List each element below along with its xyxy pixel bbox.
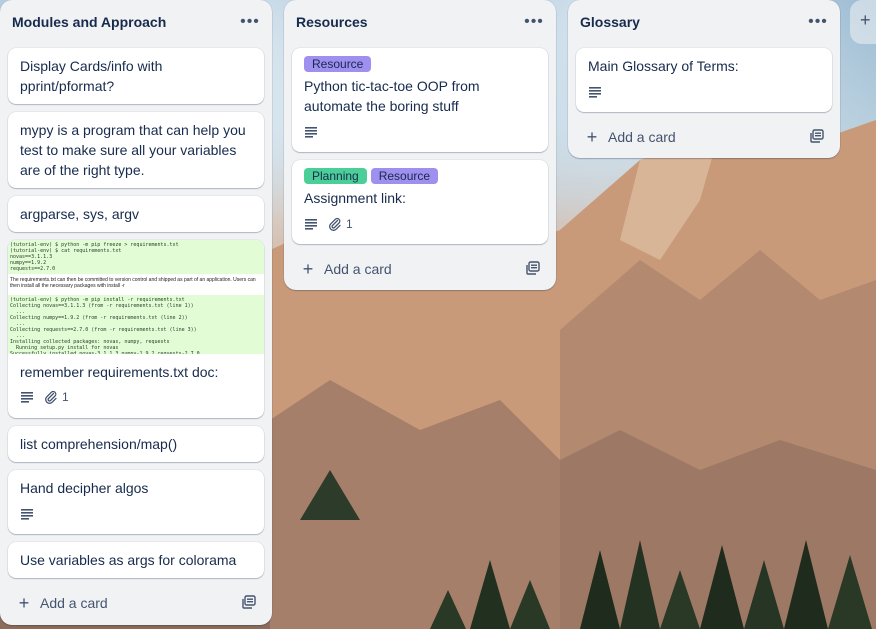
description-icon bbox=[588, 86, 602, 98]
list-header: Modules and Approach ••• bbox=[0, 0, 272, 44]
cover-code-block: (tutorial-env) $ python -m pip freeze > … bbox=[8, 240, 264, 274]
card-title: Hand decipher algos bbox=[20, 480, 149, 496]
card[interactable]: list comprehension/map() bbox=[8, 426, 264, 462]
plus-icon: + bbox=[860, 10, 871, 30]
card[interactable]: mypy is a program that can help you test… bbox=[8, 112, 264, 188]
add-card-button[interactable]: + Add a card bbox=[292, 253, 548, 285]
card-badges bbox=[304, 126, 318, 138]
list-modules-and-approach: Modules and Approach ••• Display Cards/i… bbox=[0, 0, 272, 625]
card-labels: Planning Resource bbox=[304, 168, 439, 184]
card[interactable]: argparse, sys, argv bbox=[8, 196, 264, 232]
plus-icon: + bbox=[586, 126, 598, 147]
description-icon bbox=[304, 218, 318, 230]
add-card-label: Add a card bbox=[40, 595, 108, 611]
label-planning[interactable]: Planning bbox=[304, 168, 367, 184]
card[interactable]: Use variables as args for colorama bbox=[8, 542, 264, 578]
paperclip-icon bbox=[45, 390, 57, 404]
ellipsis-icon[interactable]: ••• bbox=[806, 10, 830, 34]
description-icon bbox=[20, 391, 34, 403]
card-title: mypy is a program that can help you test… bbox=[20, 122, 246, 178]
attachment-badge: 1 bbox=[328, 217, 353, 231]
card[interactable]: Resource Python tic-tac-toe OOP from aut… bbox=[292, 48, 548, 152]
paperclip-icon bbox=[329, 217, 341, 231]
card-cover-image: (tutorial-env) $ python -m pip freeze > … bbox=[8, 240, 264, 354]
card-badges: 1 bbox=[20, 390, 69, 404]
list-title[interactable]: Glossary bbox=[580, 14, 640, 30]
card-title: Assignment link: bbox=[304, 190, 406, 206]
label-resource[interactable]: Resource bbox=[304, 56, 372, 72]
ellipsis-icon[interactable]: ••• bbox=[238, 10, 262, 34]
card-with-cover[interactable]: (tutorial-env) $ python -m pip freeze > … bbox=[8, 240, 264, 418]
label-resource[interactable]: Resource bbox=[370, 168, 439, 184]
card-title: Main Glossary of Terms: bbox=[588, 58, 739, 74]
attachment-badge: 1 bbox=[44, 390, 69, 404]
description-icon bbox=[20, 508, 34, 520]
plus-icon: + bbox=[18, 592, 30, 613]
attachment-count: 1 bbox=[62, 390, 69, 404]
card-title: Display Cards/info with pprint/pformat? bbox=[20, 58, 163, 94]
plus-icon: + bbox=[302, 258, 314, 279]
list-title[interactable]: Modules and Approach bbox=[12, 14, 166, 30]
add-list-button[interactable]: + bbox=[850, 0, 876, 44]
card-badges bbox=[588, 86, 602, 98]
list-resources: Resources ••• Resource Python tic-tac-to… bbox=[284, 0, 556, 290]
card[interactable]: Main Glossary of Terms: bbox=[576, 48, 832, 112]
card-badges: 1 bbox=[304, 217, 353, 231]
list-title[interactable]: Resources bbox=[296, 14, 368, 30]
card[interactable]: Planning Resource Assignment link: 1 bbox=[292, 160, 548, 244]
card-title: argparse, sys, argv bbox=[20, 206, 140, 222]
card-template-icon[interactable] bbox=[242, 595, 256, 612]
card-labels: Resource bbox=[304, 56, 372, 72]
card[interactable]: Hand decipher algos bbox=[8, 470, 264, 534]
add-card-button[interactable]: + Add a card bbox=[576, 121, 832, 153]
card-title: remember requirements.txt doc: bbox=[20, 364, 219, 380]
ellipsis-icon[interactable]: ••• bbox=[522, 10, 546, 34]
add-card-button[interactable]: + Add a card bbox=[8, 587, 264, 619]
card-template-icon[interactable] bbox=[810, 129, 824, 146]
card-title: list comprehension/map() bbox=[20, 436, 178, 452]
list-glossary: Glossary ••• Main Glossary of Terms: + A… bbox=[568, 0, 840, 158]
card-badges bbox=[20, 508, 34, 520]
cover-code-block: (tutorial-env) $ python -m pip install -… bbox=[8, 295, 264, 354]
attachment-count: 1 bbox=[346, 217, 353, 231]
description-icon bbox=[304, 126, 318, 138]
add-card-label: Add a card bbox=[608, 129, 676, 145]
add-card-label: Add a card bbox=[324, 261, 392, 277]
card-title: Use variables as args for colorama bbox=[20, 552, 237, 568]
cover-caption: The requirements.txt can then be committ… bbox=[10, 277, 256, 289]
card-template-icon[interactable] bbox=[526, 261, 540, 278]
list-header: Glossary ••• bbox=[568, 0, 840, 44]
card[interactable]: Display Cards/info with pprint/pformat? bbox=[8, 48, 264, 104]
list-header: Resources ••• bbox=[284, 0, 556, 44]
card-title: Python tic-tac-toe OOP from automate the… bbox=[304, 78, 480, 114]
